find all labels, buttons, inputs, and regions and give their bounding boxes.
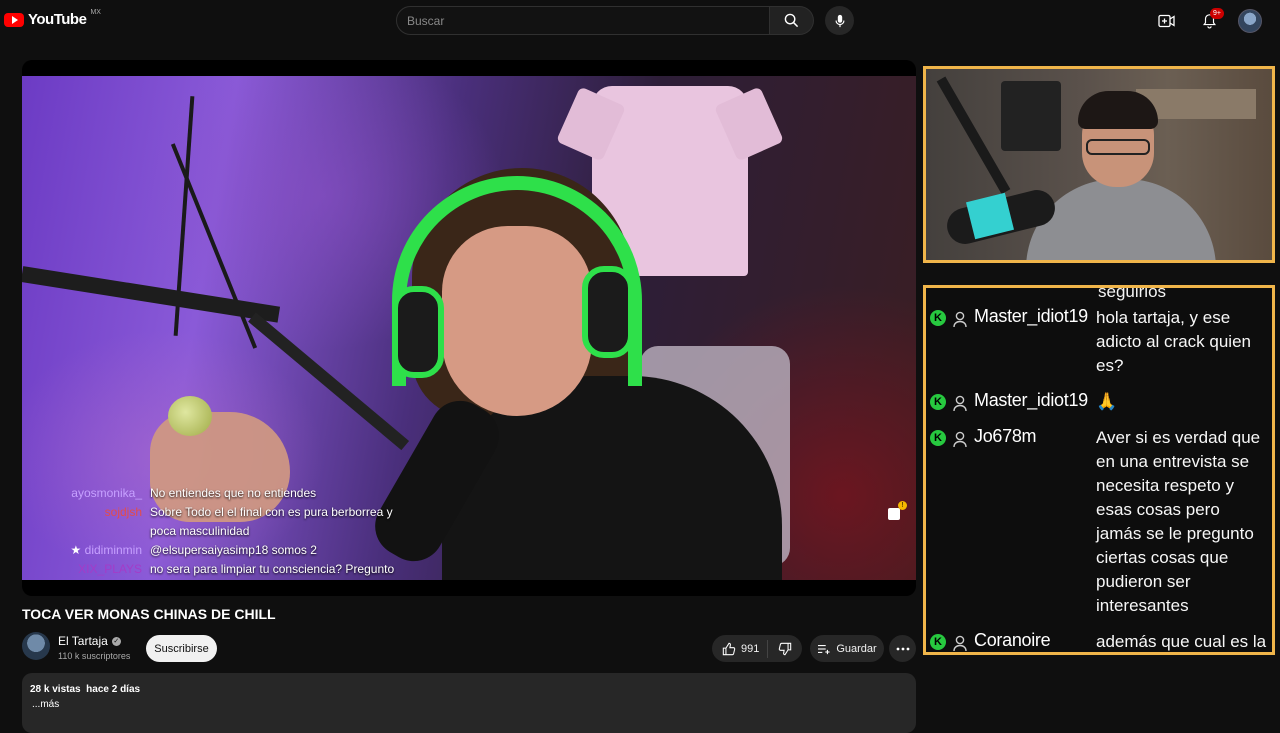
mic-arm [22, 266, 281, 323]
user-icon [953, 635, 967, 652]
chat-username: Master_idiot19 [974, 306, 1088, 326]
chat-text: 🙏 [1096, 392, 1118, 411]
notification-badge: 9+ [1210, 8, 1224, 19]
overlay-chat-user: sojdjsh [104, 505, 142, 519]
channel-name-row[interactable]: El Tartaja ✓ [58, 634, 121, 648]
overlay-chat-username: didiminmin [84, 543, 142, 557]
chat-username: Coranoire [974, 630, 1051, 650]
show-more-link[interactable]: ...más [32, 699, 59, 710]
video-player[interactable]: ayosmonika_ No entiendes que no entiende… [22, 60, 916, 596]
country-code: MX [90, 9, 101, 16]
overlay-chat-user: XIX_PLAYS [78, 562, 142, 576]
headset-earcup-right [582, 266, 634, 358]
user-icon [953, 395, 967, 412]
chat-username: Jo678m [974, 426, 1037, 446]
channel-avatar[interactable] [22, 632, 50, 660]
star-icon: ★ [70, 543, 82, 557]
like-button[interactable]: 991 [712, 642, 767, 656]
kick-badge-icon: K [930, 310, 946, 326]
overlay-chat-row: sojdjsh Sobre Todo el el final con es pu… [62, 503, 442, 541]
more-horizontal-icon [896, 647, 909, 650]
video-title: TOCA VER MONAS CHINAS DE CHILL [22, 606, 276, 622]
overlay-chat: ayosmonika_ No entiendes que no entiende… [62, 484, 442, 579]
views-and-date: 28 k vistas hace 2 días [30, 684, 141, 695]
webcam-glasses [1086, 139, 1150, 155]
chat-message: K Coranoire además que cual es la necesi… [926, 630, 1272, 652]
youtube-logo[interactable]: YouTube MX [4, 9, 101, 28]
chat-message: K Jo678m Aver si es verdad que en una en… [926, 426, 1272, 618]
headset-earcup-left [392, 286, 444, 378]
chat-partial-message: seguirlos [1098, 285, 1167, 301]
user-icon [953, 311, 967, 328]
thumbs-down-icon [778, 642, 792, 655]
voice-search-button[interactable] [825, 6, 854, 35]
stream-chat: seguirlos K Master_idiot19 hola tartaja,… [923, 285, 1275, 655]
overlay-chat-row: ayosmonika_ No entiendes que no entiende… [62, 484, 442, 503]
lock-badge: ! [898, 501, 907, 510]
logo-text: YouTube [28, 11, 87, 28]
chat-messages: K Master_idiot19 hola tartaja, y ese adi… [926, 306, 1272, 652]
subscriber-count: 110 k suscriptores [58, 651, 131, 661]
header-actions: 9+ [1154, 8, 1262, 34]
video-frame: ayosmonika_ No entiendes que no entiende… [22, 76, 916, 580]
search-box [396, 6, 770, 35]
account-avatar[interactable] [1238, 9, 1262, 33]
chat-message: K Master_idiot19 🙏 [926, 390, 1272, 414]
chat-message: K Master_idiot19 hola tartaja, y ese adi… [926, 306, 1272, 378]
kick-badge-icon: K [930, 394, 946, 410]
create-button[interactable] [1154, 8, 1180, 34]
webcam-shirt [1026, 179, 1216, 260]
save-button[interactable]: Guardar [810, 635, 884, 662]
top-bar: YouTube MX 9+ [0, 0, 1280, 42]
playlist-add-icon [818, 644, 830, 654]
search-button[interactable] [770, 6, 814, 35]
user-icon [953, 431, 967, 448]
channel-name[interactable]: El Tartaja [58, 634, 108, 648]
thumbs-up-icon [722, 642, 736, 655]
notifications-button[interactable]: 9+ [1196, 8, 1224, 34]
youtube-play-icon [4, 12, 24, 27]
overlay-chat-user: ayosmonika_ [71, 486, 142, 500]
webcam-poster [1001, 81, 1061, 151]
kick-badge-icon: K [930, 634, 946, 650]
like-dislike-group: 991 [712, 635, 802, 662]
kick-badge-icon: K [930, 430, 946, 446]
lock-icon [888, 508, 900, 520]
chat-text: Aver si es verdad que en una entrevista … [1096, 428, 1261, 615]
like-count: 991 [741, 642, 760, 655]
chat-text: hola tartaja, y ese adicto al crack quie… [1096, 308, 1251, 375]
save-label: Guardar [836, 642, 877, 655]
overlay-chat-message: no sera para limpiar tu consciencia? Pre… [150, 562, 395, 576]
chat-text: además que cual es la necesidad de segui… [1096, 632, 1267, 651]
chat-username: Master_idiot19 [974, 390, 1088, 410]
overlay-chat-message: @elsupersaiyasimp18 somos 2 [150, 543, 317, 557]
verified-icon: ✓ [111, 636, 121, 646]
overlay-chat-row: ★ didiminmin @elsupersaiyasimp18 somos 2 [62, 541, 442, 560]
overlay-chat-message: Sobre Todo el el final con es pura berbo… [150, 505, 393, 538]
overlay-chat-row: XIX_PLAYS no sera para limpiar tu consci… [62, 560, 442, 579]
overlay-chat-message: No entiendes que no entiendes [150, 486, 317, 500]
webcam-hair [1078, 91, 1158, 129]
search-input[interactable] [397, 7, 757, 34]
search-icon [784, 13, 799, 28]
overlay-chat-user: ★ didiminmin [62, 541, 142, 560]
webcam-mic-arm [936, 76, 1011, 195]
subscribe-button[interactable]: Suscribirse [146, 635, 217, 662]
grape [168, 396, 212, 436]
more-actions-button[interactable] [889, 635, 916, 662]
webcam-overlay [923, 66, 1275, 263]
dislike-button[interactable] [768, 642, 802, 656]
description-box[interactable]: 28 k vistas hace 2 días ...más [22, 673, 916, 733]
video-create-icon [1158, 14, 1175, 28]
microphone-icon [834, 14, 845, 27]
